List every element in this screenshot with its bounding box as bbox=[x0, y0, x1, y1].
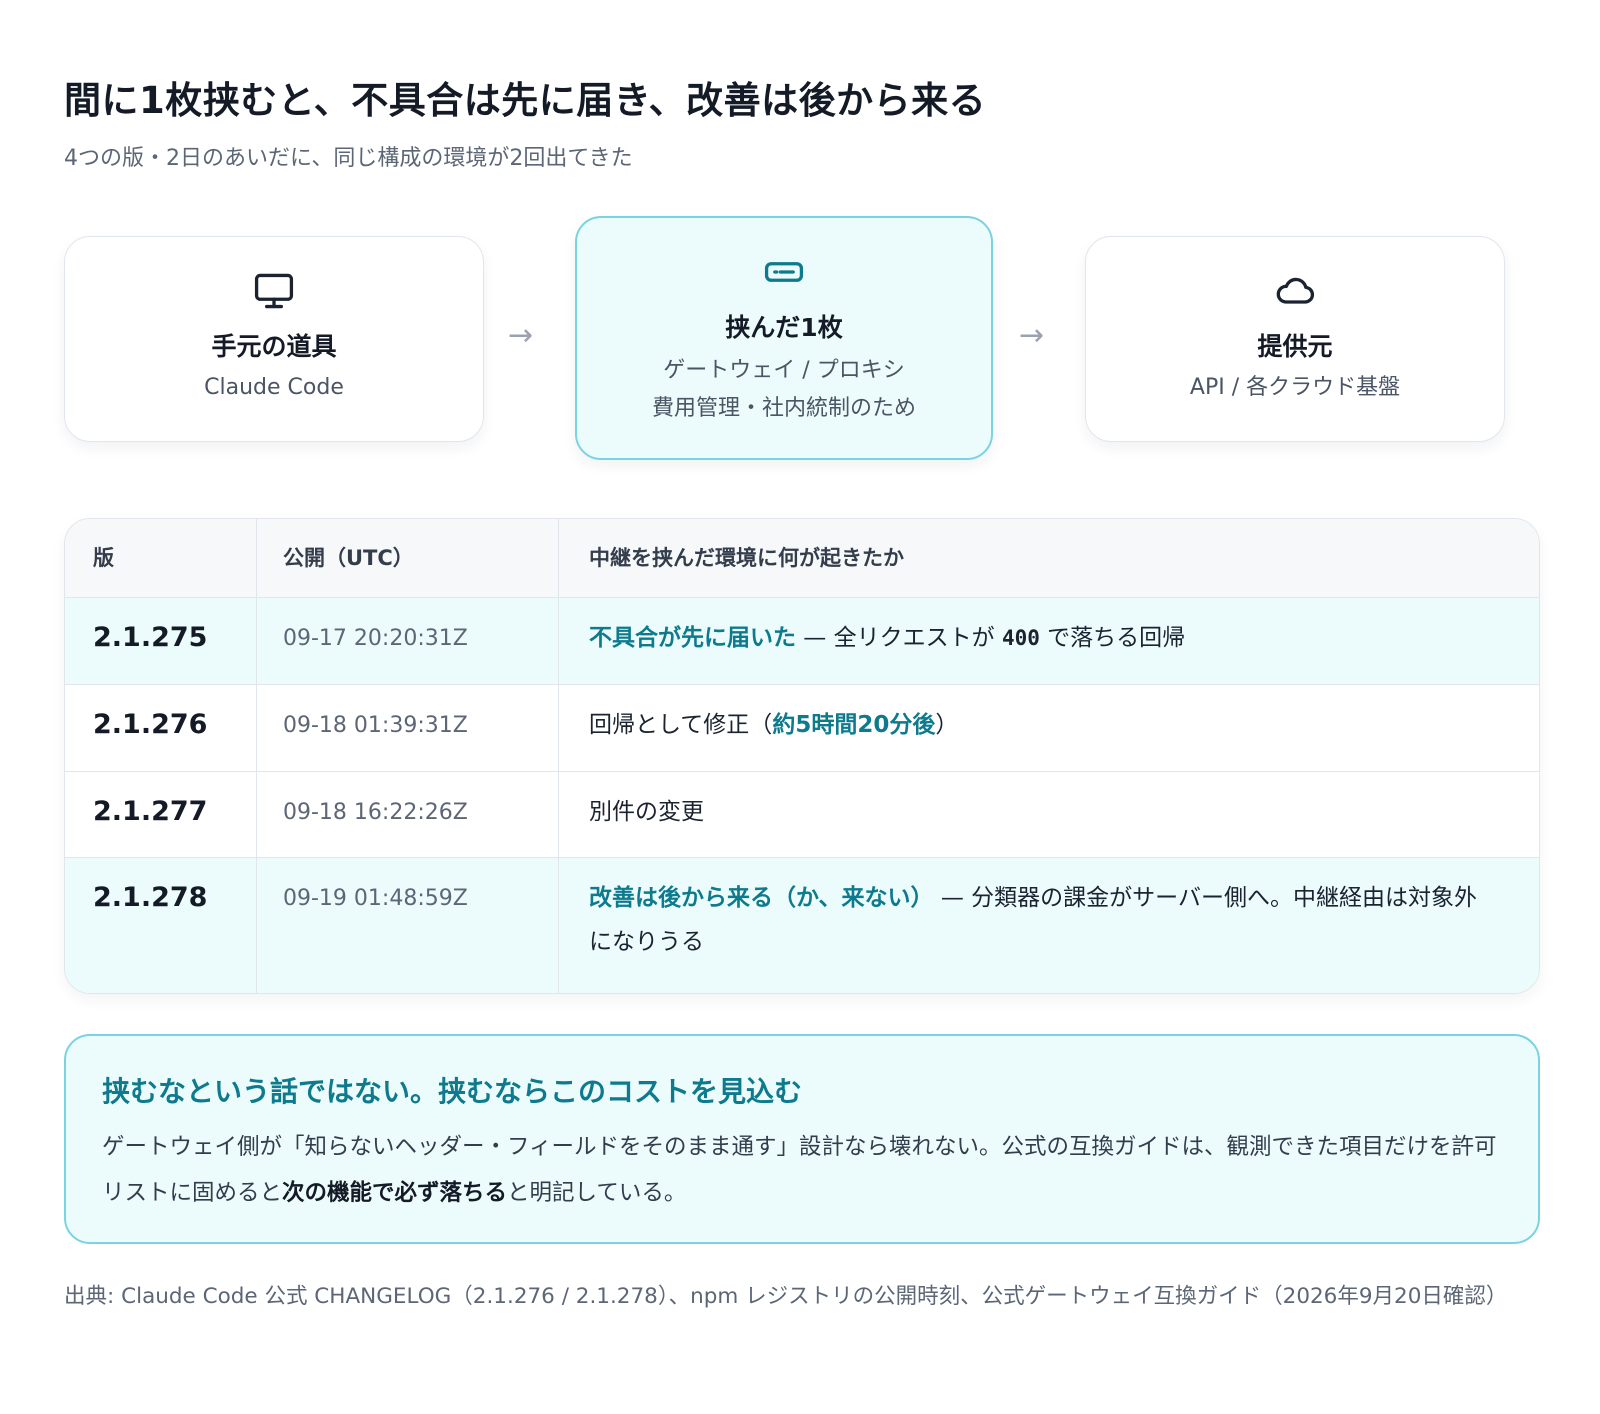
cloud-icon bbox=[1276, 277, 1315, 304]
source-citation: 出典: Claude Code 公式 CHANGELOG（2.1.276 / 2… bbox=[64, 1284, 1508, 1309]
column-header-published: 公開（UTC） bbox=[257, 519, 559, 597]
table-row: 2.1.276 09-18 01:39:31Z 回帰として修正（約5時間20分後… bbox=[65, 684, 1539, 771]
flow-node-sub-2: 費用管理・社内統制のため bbox=[651, 396, 916, 421]
version-cell: 2.1.275 bbox=[93, 622, 208, 653]
callout-text: と明記している。 bbox=[507, 1180, 687, 1206]
version-cell: 2.1.278 bbox=[93, 882, 208, 913]
timestamp-cell: 09-18 16:22:26Z bbox=[283, 800, 468, 825]
impact-text: で落ちる回帰 bbox=[1039, 625, 1186, 651]
table-header-row: 版 公開（UTC） 中継を挟んだ環境に何が起きたか bbox=[65, 519, 1539, 597]
flow-node-title: 提供元 bbox=[1257, 332, 1333, 361]
flow-node-sub: ゲートウェイ / プロキシ bbox=[663, 358, 905, 383]
column-header-impact: 中継を挟んだ環境に何が起きたか bbox=[589, 546, 904, 570]
impact-text: 回帰として修正（ bbox=[589, 712, 773, 738]
timestamp-cell: 09-19 01:48:59Z bbox=[283, 886, 468, 911]
callout-title: 挟むなという話ではない。挟むならこのコストを見込む bbox=[102, 1075, 803, 1108]
flow-node-sub: API / 各クラウド基盤 bbox=[1189, 375, 1401, 400]
impact-text: — 全リクエストが bbox=[796, 625, 1002, 651]
impact-cell: 不具合が先に届いた — 全リクエストが 400 で落ちる回帰 bbox=[589, 588, 1499, 660]
timestamp-cell: 09-17 20:20:31Z bbox=[283, 626, 468, 651]
callout-emphasis: 次の機能で必ず落ちる bbox=[282, 1180, 508, 1206]
column-header-version: 版 bbox=[65, 519, 257, 597]
version-cell: 2.1.277 bbox=[93, 796, 208, 827]
flow-node-sub: Claude Code bbox=[204, 375, 344, 400]
callout-note: 挟むなという話ではない。挟むならこのコストを見込む ゲートウェイ側が「知らないヘ… bbox=[64, 1034, 1540, 1244]
timestamp-cell: 09-18 01:39:31Z bbox=[283, 713, 468, 738]
monitor-icon bbox=[254, 273, 294, 309]
flow-node-title: 手元の道具 bbox=[211, 332, 337, 361]
impact-highlight: 改善は後から来る（か、来ない） bbox=[589, 885, 934, 911]
flow-node-local-tool: 手元の道具 Claude Code bbox=[64, 236, 484, 442]
flow-arrow: → bbox=[508, 318, 534, 353]
flow-arrow: → bbox=[1019, 318, 1045, 353]
page-title: 間に1枚挟むと、不具合は先に届き、改善は後から来る bbox=[64, 79, 987, 122]
impact-text: 別件の変更 bbox=[589, 799, 704, 825]
impact-cell: 回帰として修正（約5時間20分後） bbox=[589, 675, 1499, 747]
gateway-icon bbox=[764, 262, 804, 282]
table-row: 2.1.275 09-17 20:20:31Z 不具合が先に届いた — 全リクエ… bbox=[65, 597, 1539, 684]
table-row: 2.1.278 09-19 01:48:59Z 改善は後から来る（か、来ない） … bbox=[65, 857, 1539, 993]
flow-node-provider: 提供元 API / 各クラウド基盤 bbox=[1085, 236, 1505, 442]
table-row: 2.1.277 09-18 16:22:26Z 別件の変更 bbox=[65, 771, 1539, 857]
flow-node-gateway: 挟んだ1枚 ゲートウェイ / プロキシ 費用管理・社内統制のため bbox=[575, 216, 993, 460]
impact-text: ） bbox=[935, 712, 959, 738]
impact-cell: 別件の変更 bbox=[589, 762, 1499, 834]
impact-highlight: 約5時間20分後 bbox=[772, 712, 936, 738]
flow-node-title: 挟んだ1枚 bbox=[725, 313, 843, 342]
impact-highlight: 不具合が先に届いた bbox=[589, 625, 796, 651]
version-cell: 2.1.276 bbox=[93, 709, 208, 740]
impact-cell: 改善は後から来る（か、来ない） — 分類器の課金がサーバー側へ。中継経由は対象外… bbox=[589, 848, 1499, 964]
page-subtitle: 4つの版・2日のあいだに、同じ構成の環境が2回出てきた bbox=[64, 146, 633, 171]
version-table: 版 公開（UTC） 中継を挟んだ環境に何が起きたか 2.1.275 09-17 … bbox=[64, 518, 1540, 994]
callout-body: ゲートウェイ側が「知らないヘッダー・フィールドをそのまま通す」設計なら壊れない。… bbox=[102, 1124, 1502, 1216]
status-code: 400 bbox=[1001, 626, 1040, 650]
